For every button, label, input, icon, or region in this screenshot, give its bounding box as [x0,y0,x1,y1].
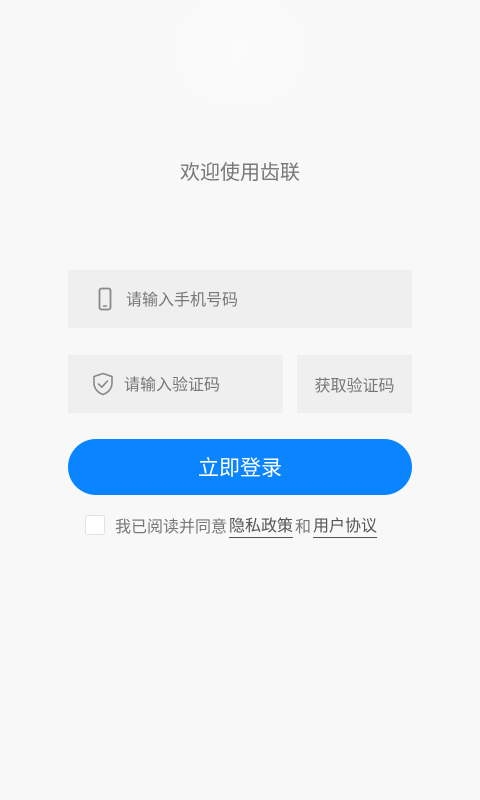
phone-field[interactable] [68,270,412,328]
agreement-conjunction: 和 [295,517,312,536]
agreement-checkbox[interactable] [85,515,105,535]
privacy-policy-link[interactable]: 隐私政策 [229,512,294,538]
shield-check-icon [92,371,114,397]
phone-icon [94,286,116,312]
app-logo [170,0,310,110]
login-button[interactable]: 立即登录 [68,439,412,495]
phone-input[interactable] [126,289,366,309]
verification-code-field[interactable] [68,355,283,413]
welcome-title: 欢迎使用齿联 [180,160,300,184]
agreement-prefix: 我已阅读并同意 [115,517,228,536]
verification-code-input[interactable] [124,374,274,394]
terms-link[interactable]: 用户协议 [313,512,378,538]
get-code-button[interactable]: 获取验证码 [297,355,412,413]
agreement-row: 我已阅读并同意 隐私政策 和 用户协议 [85,512,379,538]
